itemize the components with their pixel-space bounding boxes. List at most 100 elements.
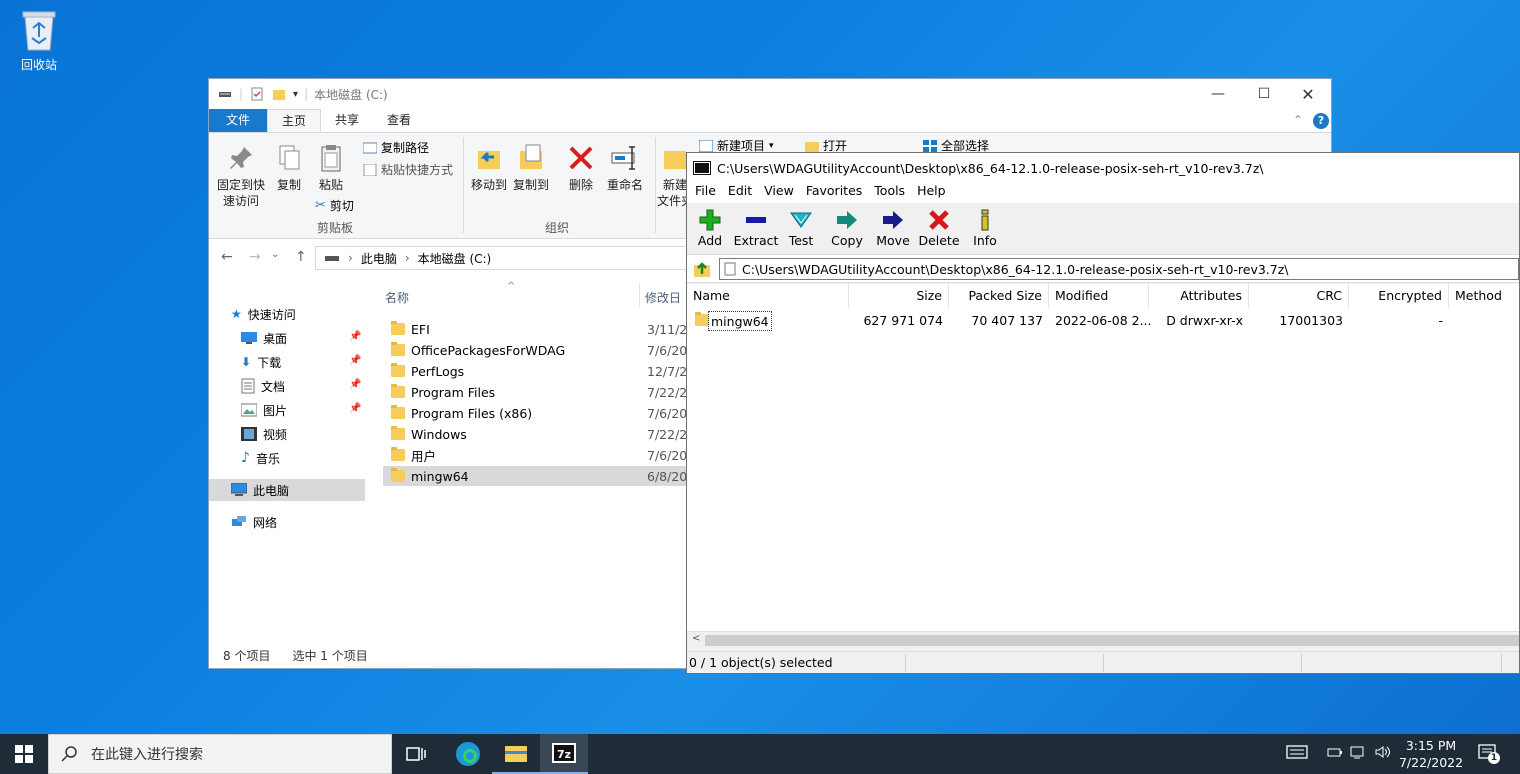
pin-quick-access-button[interactable]: 固定到快 速访问 bbox=[215, 143, 267, 209]
breadcrumb-chevron-icon[interactable]: › bbox=[348, 251, 353, 265]
file-row[interactable]: Program Files 7/22/2 bbox=[383, 382, 693, 402]
menu-view[interactable]: View bbox=[758, 183, 800, 203]
file-row[interactable]: EFI 3/11/20 bbox=[383, 319, 695, 339]
copy-to-button[interactable]: 复制到 bbox=[511, 143, 551, 193]
scroll-left-arrow-icon[interactable]: < bbox=[692, 633, 700, 644]
folder-icon bbox=[391, 447, 405, 461]
info-button[interactable]: Info bbox=[962, 209, 1008, 248]
tab-home[interactable]: 主页 bbox=[267, 109, 322, 132]
file-row[interactable]: PerfLogs 12/7/2 bbox=[383, 361, 693, 381]
recent-dropdown-icon[interactable]: ⌄ bbox=[271, 249, 279, 260]
column-header-date[interactable]: 修改日 bbox=[645, 289, 681, 306]
breadcrumb-chevron-icon[interactable]: › bbox=[405, 251, 410, 265]
start-button[interactable] bbox=[0, 734, 48, 774]
sevenzip-title-bar[interactable]: C:\Users\WDAGUtilityAccount\Desktop\x86_… bbox=[687, 153, 1519, 183]
cut-button[interactable]: ✂ 剪切 bbox=[315, 197, 354, 214]
nav-videos[interactable]: 视频 bbox=[241, 423, 287, 445]
tab-share[interactable]: 共享 bbox=[321, 109, 373, 132]
menu-edit[interactable]: Edit bbox=[722, 183, 758, 203]
network-status-icon[interactable] bbox=[1350, 744, 1366, 760]
rename-button[interactable]: 重命名 bbox=[603, 143, 647, 193]
copy-button[interactable]: 复制 bbox=[271, 143, 307, 193]
desktop-icon bbox=[241, 332, 257, 344]
test-button[interactable]: Test bbox=[778, 209, 824, 248]
nav-downloads[interactable]: ⬇ 下载 bbox=[241, 351, 281, 373]
nav-pictures[interactable]: 图片 bbox=[241, 399, 287, 421]
file-row[interactable]: OfficePackagesForWDAG 7/6/20 bbox=[383, 340, 693, 360]
nav-this-pc[interactable]: 此电脑 bbox=[209, 479, 365, 501]
horizontal-scrollbar[interactable]: < bbox=[687, 631, 1519, 648]
breadcrumb-this-pc[interactable]: 此电脑 bbox=[361, 250, 397, 267]
column-header-attributes[interactable]: Attributes bbox=[1149, 284, 1249, 308]
maximize-button[interactable]: ☐ bbox=[1241, 79, 1287, 109]
taskbar-clock[interactable]: 3:15 PM 7/22/2022 bbox=[1392, 737, 1470, 771]
back-arrow-icon[interactable]: ← bbox=[221, 249, 233, 265]
edge-browser-button[interactable] bbox=[444, 734, 492, 774]
sevenzip-window[interactable]: C:\Users\WDAGUtilityAccount\Desktop\x86_… bbox=[686, 152, 1520, 674]
column-header-packed-size[interactable]: Packed Size bbox=[949, 284, 1049, 308]
file-explorer-taskbar-button[interactable] bbox=[492, 734, 540, 774]
battery-plug-icon[interactable] bbox=[1326, 744, 1342, 760]
delete-archive-button[interactable]: Delete bbox=[916, 209, 962, 248]
nav-music[interactable]: ♪ 音乐 bbox=[241, 447, 280, 469]
column-header-name[interactable]: 名称 bbox=[385, 289, 409, 306]
archive-row[interactable]: mingw64 627 971 074 70 407 137 2022-06-0… bbox=[687, 311, 1519, 331]
properties-icon[interactable] bbox=[249, 86, 265, 102]
delete-button[interactable]: 删除 bbox=[563, 143, 599, 193]
column-header-name[interactable]: Name bbox=[687, 284, 849, 308]
copy-archive-button[interactable]: Copy bbox=[824, 209, 870, 248]
column-header-crc[interactable]: CRC bbox=[1249, 284, 1349, 308]
move-to-button[interactable]: 移动到 bbox=[469, 143, 509, 193]
computer-icon bbox=[231, 483, 247, 497]
explorer-title-bar[interactable]: | ▾ | 本地磁盘 (C:) — ☐ ✕ bbox=[209, 79, 1331, 109]
nav-network[interactable]: 网络 bbox=[231, 511, 277, 533]
tab-view[interactable]: 查看 bbox=[373, 109, 425, 132]
paste-shortcut-button[interactable]: 粘贴快捷方式 bbox=[363, 161, 453, 178]
menu-help[interactable]: Help bbox=[911, 183, 952, 203]
file-row-selected[interactable]: mingw64 6/8/20 bbox=[383, 466, 693, 486]
menu-file[interactable]: File bbox=[689, 183, 722, 203]
keyboard-icon[interactable] bbox=[1286, 744, 1308, 760]
tab-file[interactable]: 文件 bbox=[209, 109, 268, 132]
copy-path-button[interactable]: 复制路径 bbox=[363, 139, 429, 156]
nav-quick-access[interactable]: ★ 快速访问 bbox=[231, 303, 296, 325]
new-folder-quick-icon[interactable] bbox=[271, 86, 287, 102]
volume-icon[interactable] bbox=[1374, 744, 1390, 760]
up-arrow-icon[interactable]: ↑ bbox=[295, 249, 307, 265]
action-center-button[interactable]: 1 bbox=[1478, 744, 1500, 764]
file-row[interactable]: Program Files (x86) 7/6/20 bbox=[383, 403, 693, 423]
add-icon bbox=[699, 209, 721, 231]
forward-arrow-icon[interactable]: → bbox=[249, 249, 261, 265]
help-icon[interactable]: ? bbox=[1313, 113, 1329, 129]
file-row[interactable]: 用户 7/6/20 bbox=[383, 445, 693, 465]
minimize-button[interactable]: — bbox=[1195, 79, 1241, 109]
close-button[interactable]: ✕ bbox=[1285, 79, 1331, 109]
breadcrumb-drive-c[interactable]: 本地磁盘 (C:) bbox=[418, 250, 492, 267]
column-header-encrypted[interactable]: Encrypted bbox=[1349, 284, 1449, 308]
delete-x-icon bbox=[566, 143, 596, 173]
collapse-ribbon-icon[interactable]: ⌃ bbox=[1293, 113, 1303, 127]
copy-path-label: 复制路径 bbox=[381, 141, 430, 155]
add-button[interactable]: Add bbox=[687, 209, 733, 248]
task-view-button[interactable] bbox=[392, 734, 440, 774]
nav-desktop[interactable]: 桌面 bbox=[241, 327, 287, 349]
column-header-modified[interactable]: Modified bbox=[1049, 284, 1149, 308]
move-button[interactable]: Move bbox=[870, 209, 916, 248]
recycle-bin-shortcut[interactable]: 回收站 bbox=[10, 8, 68, 78]
column-header-method[interactable]: Method bbox=[1449, 284, 1519, 308]
customize-toolbar-icon[interactable]: ▾ bbox=[293, 89, 298, 100]
menu-favorites[interactable]: Favorites bbox=[800, 183, 868, 203]
column-header-size[interactable]: Size bbox=[849, 284, 949, 308]
file-name: Program Files bbox=[411, 384, 496, 400]
nav-documents[interactable]: 文档 bbox=[241, 375, 285, 397]
paste-button[interactable]: 粘贴 bbox=[313, 143, 349, 193]
taskbar-search-box[interactable]: 在此键入进行搜索 bbox=[48, 734, 392, 774]
file-row[interactable]: Windows 7/22/2 bbox=[383, 424, 693, 444]
extract-button[interactable]: Extract bbox=[733, 209, 779, 248]
up-folder-icon[interactable] bbox=[693, 260, 711, 278]
sevenzip-taskbar-button[interactable]: 7z bbox=[540, 734, 588, 774]
sevenzip-path-field[interactable]: C:\Users\WDAGUtilityAccount\Desktop\x86_… bbox=[719, 258, 1519, 280]
scrollbar-thumb[interactable] bbox=[705, 635, 1519, 646]
edge-icon bbox=[456, 742, 480, 766]
menu-tools[interactable]: Tools bbox=[868, 183, 911, 203]
